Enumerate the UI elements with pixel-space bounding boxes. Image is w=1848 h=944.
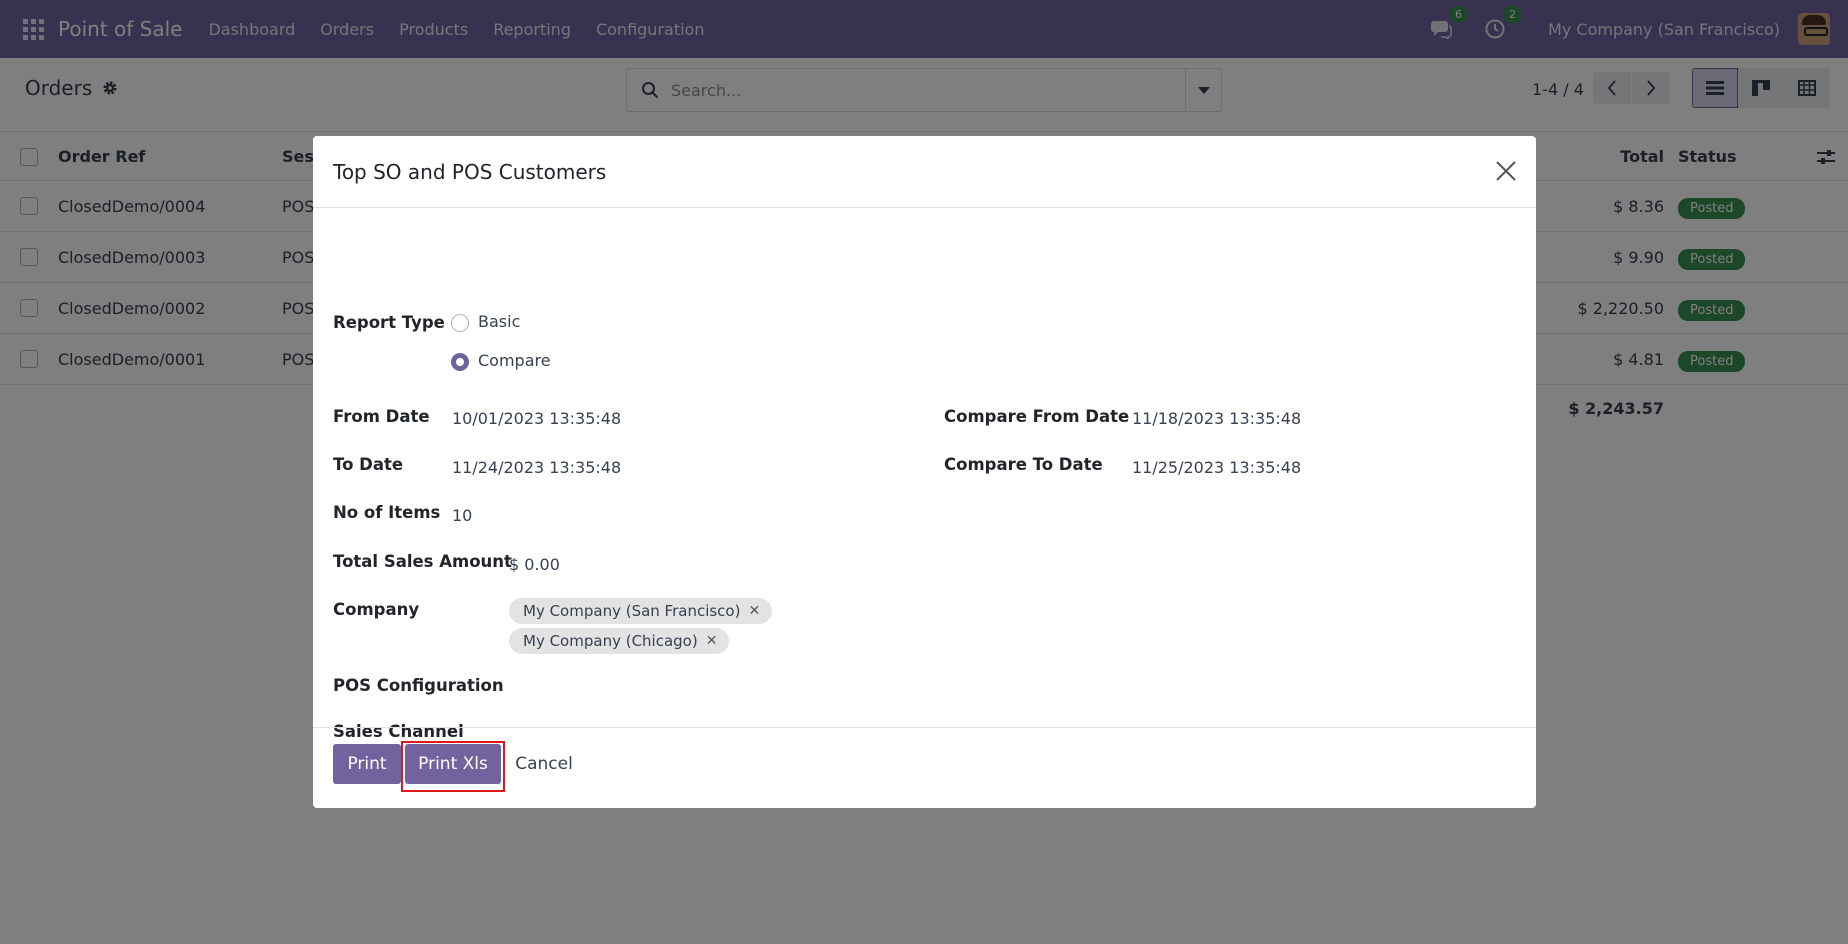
remove-tag-icon[interactable]: ✕ bbox=[706, 633, 718, 649]
company-tag-label: My Company (San Francisco) bbox=[523, 602, 741, 620]
compare-from-date-label: Compare From Date bbox=[944, 407, 1130, 426]
no-of-items-field[interactable]: 10 bbox=[452, 506, 472, 525]
total-sales-label: Total Sales Amount bbox=[333, 552, 512, 571]
print-button[interactable]: Print bbox=[333, 744, 401, 784]
company-tag: My Company (San Francisco) ✕ bbox=[509, 598, 773, 624]
dialog-body: Report Type Basic Compare From Date 10/0… bbox=[313, 208, 1536, 741]
report-type-compare-radio[interactable] bbox=[451, 353, 469, 371]
cancel-button[interactable]: Cancel bbox=[509, 744, 579, 784]
from-date-field[interactable]: 10/01/2023 13:35:48 bbox=[452, 409, 621, 428]
no-of-items-label: No of Items bbox=[333, 503, 441, 522]
compare-from-date-field[interactable]: 11/18/2023 13:35:48 bbox=[1132, 409, 1301, 428]
pos-configuration-label: POS Configuration bbox=[333, 676, 504, 695]
highlight-box bbox=[401, 741, 505, 792]
remove-tag-icon[interactable]: ✕ bbox=[748, 603, 760, 619]
dialog-header: Top SO and POS Customers bbox=[313, 136, 1536, 208]
to-date-label: To Date bbox=[333, 455, 404, 474]
report-type-basic-radio[interactable] bbox=[451, 314, 469, 332]
company-tag: My Company (Chicago) ✕ bbox=[509, 628, 730, 654]
report-type-label: Report Type bbox=[333, 313, 445, 332]
close-icon[interactable] bbox=[1494, 159, 1518, 183]
total-sales-field[interactable]: $ 0.00 bbox=[509, 555, 560, 574]
company-tag-label: My Company (Chicago) bbox=[523, 632, 698, 650]
report-type-compare-label[interactable]: Compare bbox=[478, 351, 551, 370]
company-label: Company bbox=[333, 600, 420, 619]
compare-to-date-field[interactable]: 11/25/2023 13:35:48 bbox=[1132, 458, 1301, 477]
to-date-field[interactable]: 11/24/2023 13:35:48 bbox=[452, 458, 621, 477]
dialog-footer: Print Print Xls Cancel bbox=[313, 727, 1536, 808]
report-type-basic-label[interactable]: Basic bbox=[478, 312, 520, 331]
compare-to-date-label: Compare To Date bbox=[944, 455, 1103, 474]
dialog-title: Top SO and POS Customers bbox=[333, 160, 607, 184]
report-dialog: Top SO and POS Customers Report Type Bas… bbox=[313, 136, 1536, 808]
from-date-label: From Date bbox=[333, 407, 430, 426]
